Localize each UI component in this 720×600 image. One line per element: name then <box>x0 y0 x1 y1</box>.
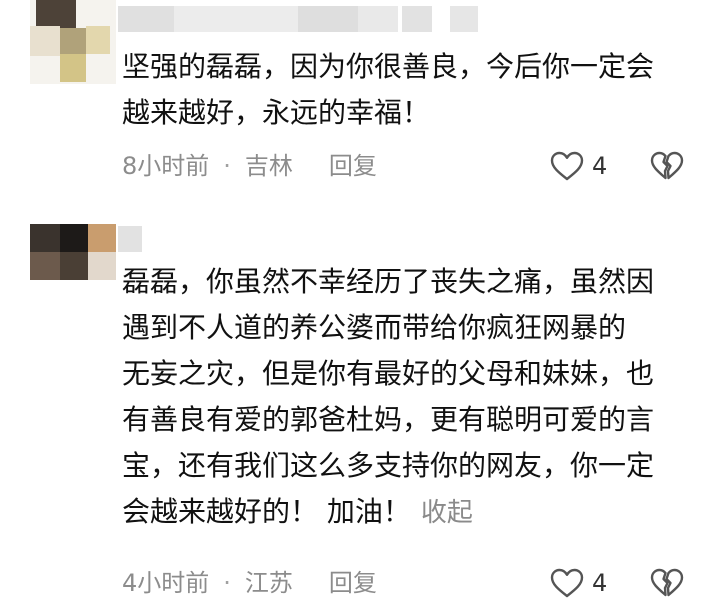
comment-location: 江苏 <box>244 569 293 597</box>
like-count: 4 <box>592 569 608 597</box>
avatar[interactable] <box>30 224 116 280</box>
comment-line: 无妄之灾，但是你有最好的父母和妹妹，也 <box>122 357 655 390</box>
dislike-button[interactable] <box>650 566 684 600</box>
comment-line: 有善良有爱的郭爸杜妈，更有聪明可爱的言 <box>122 403 655 436</box>
comment-line: 磊磊，你虽然不幸经历了丧失之痛，虽然因 <box>122 265 655 298</box>
comment-text: 磊磊，你虽然不幸经历了丧失之痛，虽然因 遇到不人道的养公婆而带给你疯狂网暴的 无… <box>122 259 682 536</box>
heart-outline-icon <box>550 568 584 598</box>
comment-line: 宝，还有我们这么多支持你的网友，你一定 <box>122 449 655 482</box>
like-button[interactable]: 4 <box>550 566 607 600</box>
comment-line: 遇到不人道的养公婆而带给你疯狂网暴的 <box>122 311 627 344</box>
comment-meta: 4小时前 · 江苏 回复 4 <box>122 566 684 600</box>
collapse-button[interactable]: 收起 <box>421 498 473 528</box>
reply-button[interactable]: 回复 <box>329 569 377 597</box>
username-redacted[interactable] <box>118 226 144 252</box>
comment-line-last: 会越来越好的！ 加油！ 收起 <box>122 489 682 536</box>
broken-heart-icon <box>650 568 684 597</box>
comment-line: 会越来越好的！ 加油！ <box>122 495 411 528</box>
comment-time: 4小时前 <box>122 569 210 597</box>
separator-dot: · <box>223 569 231 597</box>
comment-item: 磊磊，你虽然不幸经历了丧失之痛，虽然因 遇到不人道的养公婆而带给你疯狂网暴的 无… <box>0 0 720 599</box>
